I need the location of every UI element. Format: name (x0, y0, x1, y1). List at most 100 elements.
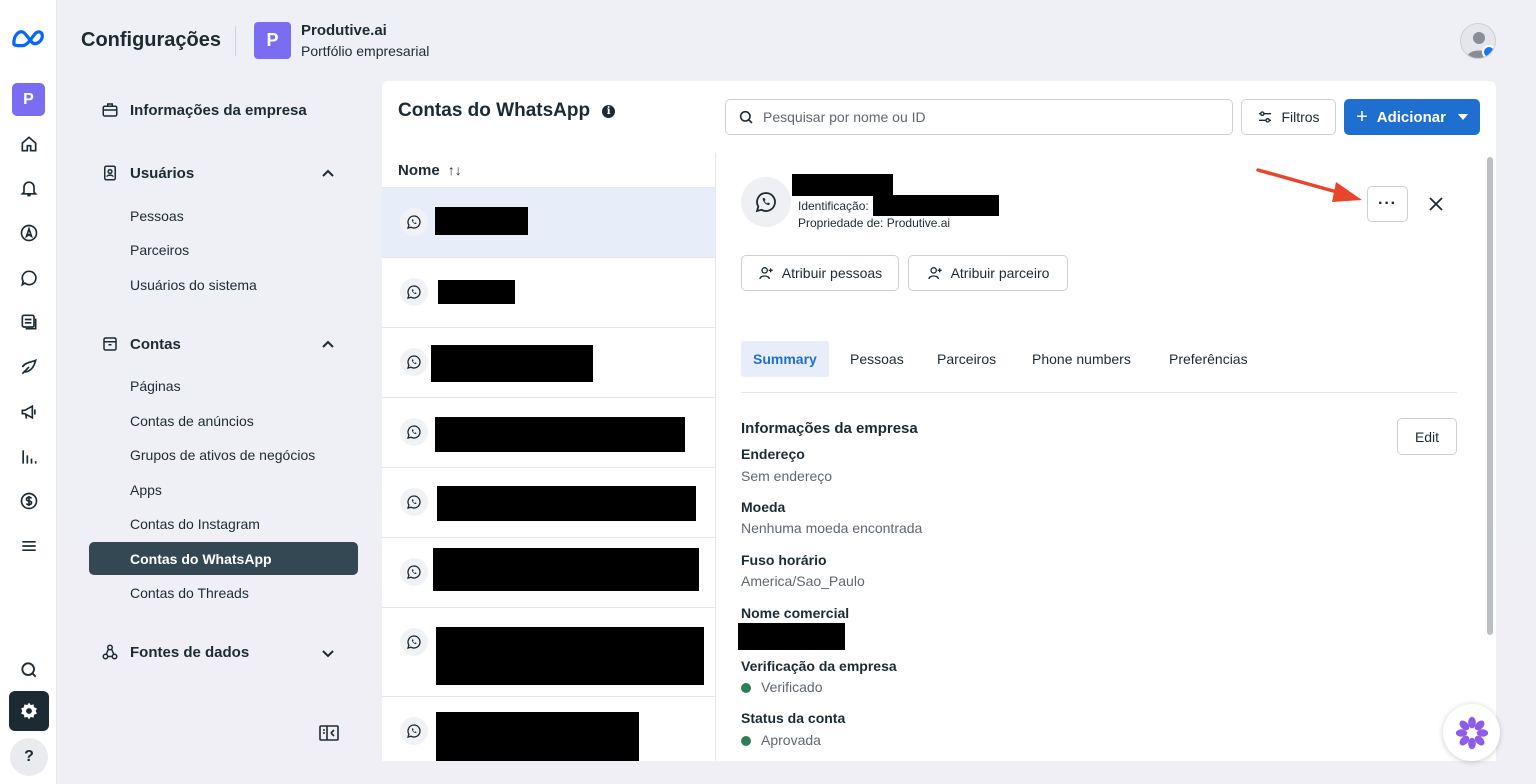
dollar-icon[interactable] (12, 484, 46, 518)
info-icon[interactable]: i (602, 104, 616, 118)
whatsapp-icon (400, 348, 428, 376)
list-item[interactable] (382, 538, 715, 608)
page-title: Configurações (81, 29, 222, 51)
business-switcher[interactable]: P (12, 83, 45, 116)
business-name[interactable]: Produtive.ai (301, 22, 387, 39)
owner-label: Propriedade de: Produtive.ai (798, 216, 951, 230)
redacted-name (433, 548, 699, 591)
flower-icon (1455, 716, 1488, 749)
close-icon[interactable] (1423, 189, 1449, 219)
timezone-label: Fuso horário (741, 552, 827, 568)
header-divider (235, 26, 236, 56)
whatsapp-icon (400, 558, 428, 586)
chevron-down-icon[interactable] (320, 645, 336, 661)
scrollbar-thumb[interactable] (1487, 157, 1493, 635)
list-item[interactable] (382, 697, 715, 761)
search-input[interactable] (763, 109, 1203, 125)
sidebar-item-system-users[interactable]: Usuários do sistema (130, 277, 257, 293)
currency-label: Moeda (741, 499, 786, 515)
account-status-label: Status da conta (741, 710, 846, 726)
tab-partners[interactable]: Parceiros (925, 341, 1008, 377)
add-label: Adicionar (1376, 108, 1446, 126)
accounts-list: Nome ↑↓ (382, 153, 716, 761)
leaf-icon[interactable] (12, 350, 46, 384)
currency-value: Nenhuma moeda encontrada (741, 520, 923, 536)
tab-phone-numbers[interactable]: Phone numbers (1020, 341, 1143, 377)
caret-down-icon (1457, 114, 1468, 120)
assign-people-button[interactable]: Atribuir pessoas (741, 255, 899, 291)
address-value: Sem endereço (741, 468, 833, 484)
collapse-sidebar-icon[interactable] (319, 725, 339, 741)
whatsapp-icon (400, 278, 428, 306)
home-icon[interactable] (12, 127, 46, 161)
bell-icon[interactable] (12, 171, 46, 205)
sidebar-item-company-info[interactable]: Informações da empresa (100, 100, 307, 120)
assign-partner-button[interactable]: Atribuir parceiro (908, 255, 1068, 291)
business-avatar-initial: P (266, 30, 279, 50)
sidebar-item-apps[interactable]: Apps (130, 482, 162, 498)
redacted-name (435, 207, 528, 235)
help-button[interactable]: ? (10, 738, 48, 776)
megaphone-icon[interactable] (12, 395, 46, 429)
chevron-up-icon[interactable] (320, 165, 336, 181)
data-sources-icon (100, 642, 120, 662)
timezone-value: America/Sao_Paulo (741, 573, 865, 589)
menu-icon[interactable] (12, 529, 46, 563)
company-info-heading: Informações da empresa (741, 420, 918, 437)
meta-logo-icon[interactable] (10, 24, 48, 52)
tab-people[interactable]: Pessoas (838, 341, 916, 377)
whatsapp-icon (400, 418, 428, 446)
redacted-account-name (792, 174, 893, 196)
bar-chart-icon[interactable] (12, 440, 46, 474)
filters-label: Filtros (1281, 109, 1320, 125)
list-item[interactable] (382, 188, 715, 258)
sort-icon[interactable]: ↑↓ (448, 162, 462, 178)
redacted-trade-name (738, 623, 845, 650)
redacted-name (437, 486, 696, 521)
filters-button[interactable]: Filtros (1241, 99, 1336, 135)
chat-icon[interactable] (12, 261, 46, 295)
list-item[interactable] (382, 468, 715, 538)
sidebar-item-whatsapp-accounts[interactable]: Contas do WhatsApp (130, 551, 272, 567)
list-item[interactable] (382, 328, 715, 398)
sidebar-item-ad-accounts[interactable]: Contas de anúncios (130, 413, 254, 429)
list-header[interactable]: Nome ↑↓ (382, 153, 715, 188)
pages-icon[interactable] (12, 305, 46, 339)
compass-icon[interactable] (12, 216, 46, 250)
sidebar-item-business-asset-groups[interactable]: Grupos de ativos de negócios (130, 447, 315, 463)
sidebar-section-users[interactable]: Usuários (100, 163, 194, 183)
account-status-value: Aprovada (741, 732, 821, 748)
whatsapp-icon (741, 177, 791, 227)
sidebar-section-accounts[interactable]: Contas (100, 334, 181, 354)
briefcase-icon (100, 100, 120, 120)
list-item[interactable] (382, 398, 715, 468)
business-avatar[interactable]: P (254, 22, 291, 59)
chevron-up-icon[interactable] (320, 336, 336, 352)
sidebar-section-data-sources[interactable]: Fontes de dados (100, 642, 249, 662)
sidebar-item-threads-accounts[interactable]: Contas do Threads (130, 585, 249, 601)
status-dot-icon (741, 683, 751, 693)
edit-button[interactable]: Edit (1397, 418, 1457, 455)
annotation-arrow-icon (1256, 168, 1362, 202)
search-box[interactable] (725, 99, 1233, 135)
list-item[interactable] (382, 608, 715, 697)
address-label: Endereço (741, 446, 805, 462)
redacted-name (431, 345, 593, 382)
tab-preferences[interactable]: Preferências (1157, 341, 1260, 377)
user-avatar[interactable] (1460, 23, 1496, 59)
redacted-name (436, 712, 639, 761)
settings-gear-icon[interactable] (9, 691, 49, 731)
detail-scrollbar[interactable] (1484, 153, 1496, 761)
main-title-text: Contas do WhatsApp (398, 100, 591, 121)
add-button[interactable]: + Adicionar (1344, 99, 1480, 135)
assistant-fab[interactable] (1443, 704, 1500, 761)
list-item[interactable] (382, 258, 715, 328)
sidebar-item-people[interactable]: Pessoas (130, 208, 184, 224)
more-options-button[interactable]: ··· (1367, 186, 1408, 222)
sidebar-item-pages[interactable]: Páginas (130, 378, 181, 394)
verification-value-text: Verificado (761, 679, 823, 695)
sidebar-item-partners[interactable]: Parceiros (130, 242, 189, 258)
search-icon[interactable] (12, 653, 46, 687)
tab-summary[interactable]: Summary (741, 341, 829, 377)
sidebar-item-instagram-accounts[interactable]: Contas do Instagram (130, 516, 260, 532)
